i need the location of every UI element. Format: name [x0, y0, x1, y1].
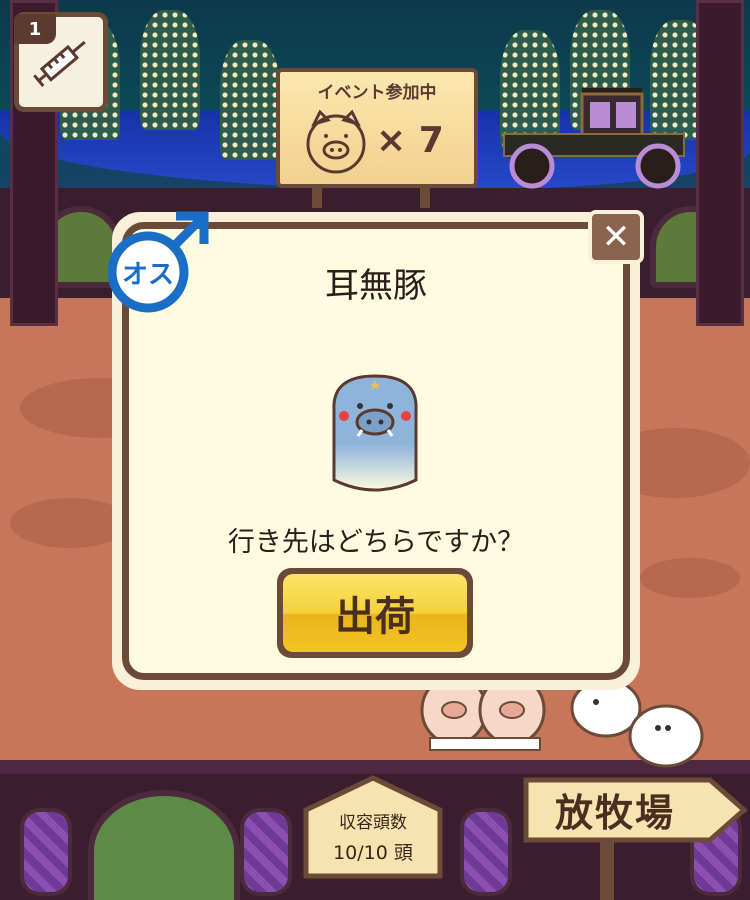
mimi-nashi-pig-image — [332, 374, 418, 492]
lit-tree — [140, 10, 200, 130]
ship-button-label: 出荷 — [283, 574, 467, 652]
item-count-badge: 1 — [14, 14, 56, 44]
sign-post — [420, 186, 430, 208]
ship-button[interactable]: 出荷 — [277, 568, 473, 658]
destination-question: 行き先はどちらですか？ — [227, 527, 525, 558]
event-title: イベント参加中 — [317, 83, 437, 103]
pig-face-icon — [306, 109, 366, 174]
sign-post — [312, 186, 322, 208]
capacity-label: 収容頭数 — [339, 813, 407, 833]
pig-name: 耳無豚 — [325, 266, 427, 306]
capacity-value: 10/10 頭 — [333, 842, 413, 864]
event-multiplier: × 7 — [376, 120, 444, 161]
close-button[interactable]: ✕ — [588, 210, 644, 264]
white-bird-icon — [628, 704, 704, 768]
lit-tree — [220, 40, 280, 160]
fence-pillar-right — [696, 0, 744, 326]
event-participation-sign[interactable]: イベント参加中 × 7 — [276, 68, 478, 188]
vintage-car-icon — [503, 88, 685, 189]
ranch-label[interactable]: 放牧場 — [540, 782, 690, 837]
